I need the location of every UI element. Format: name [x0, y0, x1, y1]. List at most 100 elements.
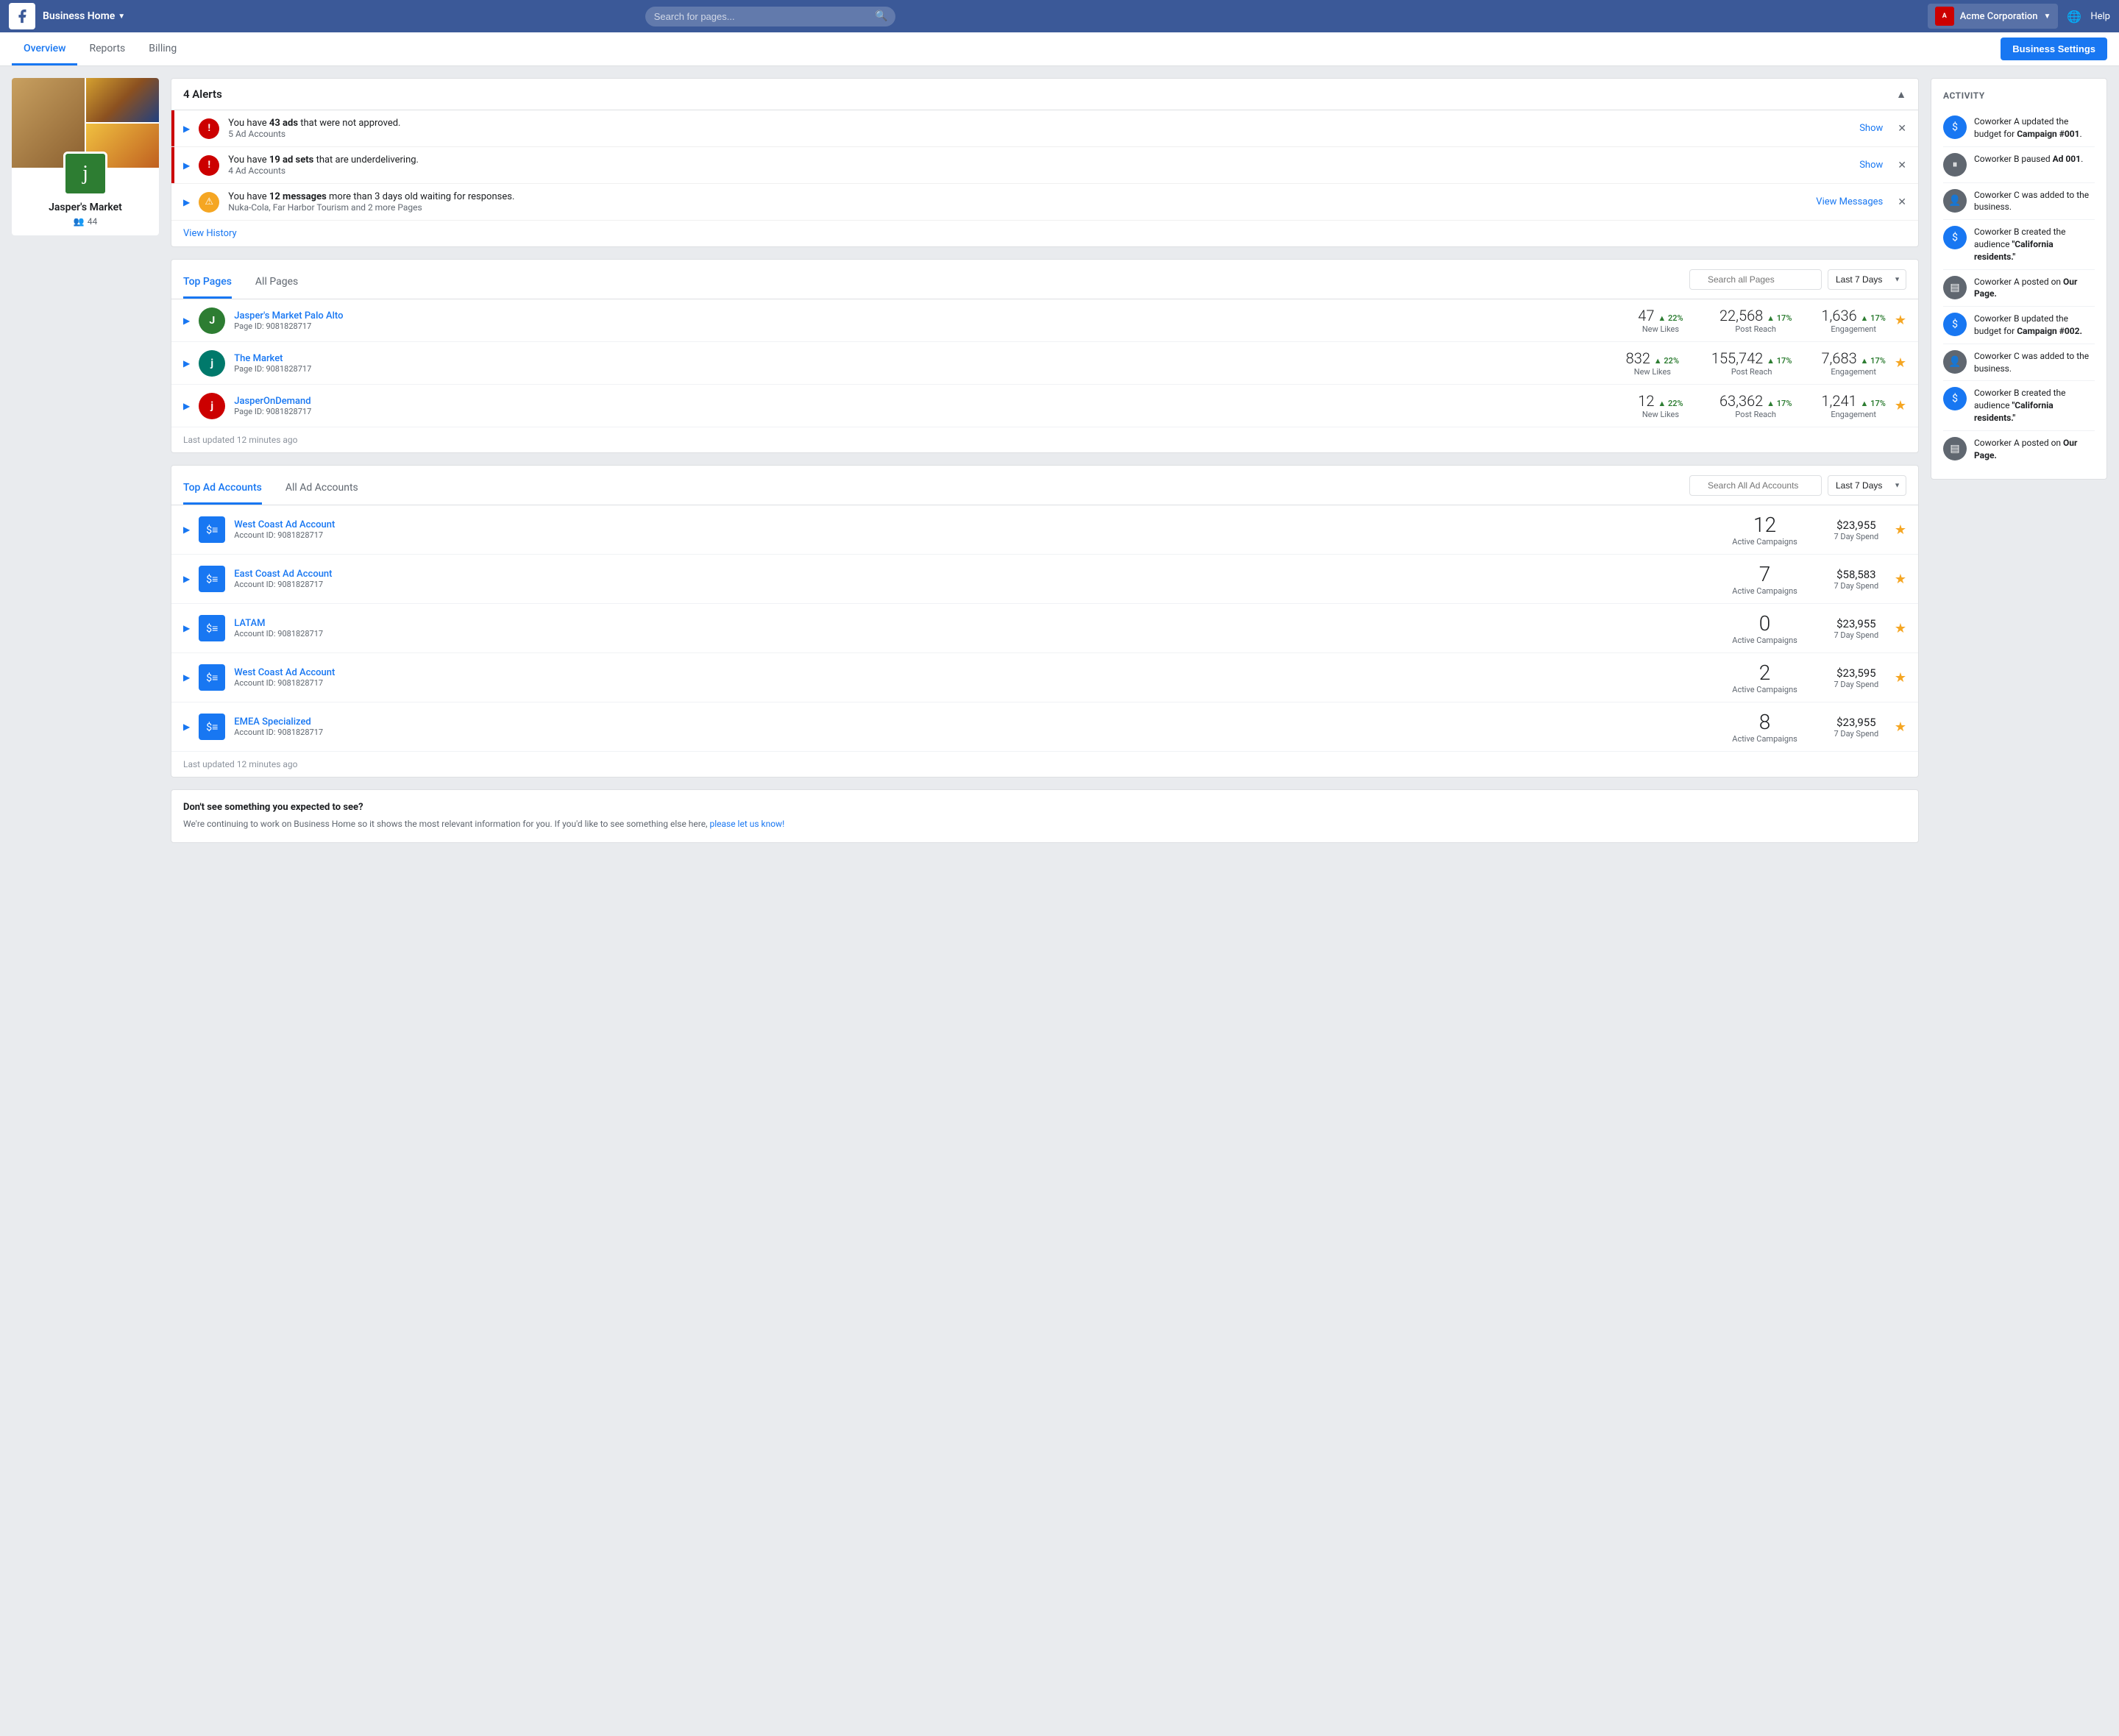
account-1-star[interactable]: ★ [1895, 522, 1906, 538]
tab-all-pages[interactable]: All Pages [255, 268, 298, 299]
activity-8-icon: $ [1943, 387, 1967, 410]
tab-all-ad-accounts[interactable]: All Ad Accounts [285, 474, 358, 505]
page-2-star[interactable]: ★ [1895, 355, 1906, 371]
footer-link[interactable]: please let us know! [709, 819, 784, 829]
tab-top-pages[interactable]: Top Pages [183, 268, 232, 299]
alert-3-close-button[interactable]: ✕ [1898, 196, 1906, 208]
pages-search-input[interactable] [1689, 269, 1822, 290]
activity-item-5: ▤ Coworker A posted on Our Page. [1943, 270, 2095, 307]
page-2-chevron[interactable]: ▶ [183, 358, 190, 369]
alert-2-show-button[interactable]: Show [1859, 160, 1883, 171]
account-3-campaigns: 0 Active Campaigns [1732, 611, 1797, 645]
page-2-avatar: j [199, 350, 225, 377]
activity-7-text: Coworker C was added to the business. [1974, 350, 2095, 375]
view-history-link[interactable]: View History [183, 228, 237, 239]
activity-item-1: $ Coworker A updated the budget for Camp… [1943, 110, 2095, 147]
account-3-id: Account ID: 9081828717 [234, 629, 1723, 638]
account-1-name[interactable]: West Coast Ad Account [234, 519, 1723, 530]
activity-5-icon: ▤ [1943, 276, 1967, 299]
alert-2-chevron[interactable]: ▶ [183, 160, 190, 171]
main-content: j Jasper's Market 👥 44 4 Alerts ▲ ▶ ! Yo [0, 66, 2119, 855]
account-5-icon: $≡ [199, 714, 225, 740]
activity-1-text: Coworker A updated the budget for Campai… [1974, 115, 2095, 140]
page-3-star[interactable]: ★ [1895, 398, 1906, 413]
pages-search-wrap: 🔍 [1689, 269, 1822, 290]
search-pages-input[interactable] [645, 7, 895, 26]
page-3-name[interactable]: JasperOnDemand [234, 396, 1622, 407]
alert-1-chevron[interactable]: ▶ [183, 124, 190, 134]
acme-account-selector[interactable]: A Acme Corporation ▼ [1928, 4, 2059, 29]
tab-reports[interactable]: Reports [77, 32, 137, 65]
account-3-chevron[interactable]: ▶ [183, 623, 190, 633]
alert-1-close-button[interactable]: ✕ [1898, 123, 1906, 135]
alert-2-icon: ! [199, 155, 219, 176]
left-column: j Jasper's Market 👥 44 [12, 78, 159, 843]
profile-name: Jasper's Market [12, 199, 159, 216]
activity-4-icon: $ [1943, 226, 1967, 249]
ad-accounts-controls: 🔍 Last 7 Days Last 14 Days Last 30 Days [1689, 475, 1906, 505]
account-1-chevron[interactable]: ▶ [183, 524, 190, 535]
activity-1-icon: $ [1943, 115, 1967, 139]
page-2-name[interactable]: The Market [234, 353, 1614, 364]
footer-note: Don't see something you expected to see?… [171, 789, 1919, 843]
tab-top-ad-accounts[interactable]: Top Ad Accounts [183, 474, 262, 505]
activity-2-text: Coworker B paused Ad 001. [1974, 153, 2083, 166]
page-3-chevron[interactable]: ▶ [183, 401, 190, 411]
activity-3-icon: 👤 [1943, 189, 1967, 213]
alert-1-sub: 5 Ad Accounts [228, 129, 1850, 139]
account-4-chevron[interactable]: ▶ [183, 672, 190, 683]
page-1-chevron[interactable]: ▶ [183, 316, 190, 326]
tab-billing[interactable]: Billing [137, 32, 188, 65]
pages-days-select[interactable]: Last 7 Days Last 14 Days Last 30 Days [1828, 269, 1906, 290]
account-2-name[interactable]: East Coast Ad Account [234, 569, 1723, 580]
account-3-name[interactable]: LATAM [234, 618, 1723, 629]
activity-9-icon: ▤ [1943, 437, 1967, 460]
ad-days-select[interactable]: Last 7 Days Last 14 Days Last 30 Days [1828, 475, 1906, 496]
account-5-id: Account ID: 9081828717 [234, 728, 1723, 737]
activity-item-4: $ Coworker B created the audience "Calif… [1943, 220, 2095, 269]
alert-row-3: ▶ ⚠ You have 12 messages more than 3 day… [171, 184, 1918, 221]
account-3-star[interactable]: ★ [1895, 621, 1906, 636]
ad-search-input[interactable] [1689, 475, 1822, 496]
tab-overview[interactable]: Overview [12, 32, 77, 65]
account-4-name[interactable]: West Coast Ad Account [234, 667, 1723, 678]
account-1-icon: $≡ [199, 516, 225, 543]
page-row-2: ▶ j The Market Page ID: 9081828717 832 ▲… [171, 342, 1918, 385]
sub-nav: Overview Reports Billing Business Settin… [0, 32, 2119, 66]
account-2-spend: $58,583 7 Day Spend [1827, 568, 1886, 591]
account-5-name[interactable]: EMEA Specialized [234, 716, 1723, 728]
acme-name: Acme Corporation [1960, 11, 2038, 22]
page-2-id: Page ID: 9081828717 [234, 364, 1614, 374]
page-1-name[interactable]: Jasper's Market Palo Alto [234, 310, 1622, 321]
account-2-info: East Coast Ad Account Account ID: 908182… [234, 569, 1723, 589]
fans-count: 44 [88, 216, 98, 227]
activity-6-icon: $ [1943, 313, 1967, 336]
alert-1-show-button[interactable]: Show [1859, 123, 1883, 134]
page-2-likes: 832 ▲ 22% New Likes [1623, 349, 1682, 377]
account-4-star[interactable]: ★ [1895, 670, 1906, 686]
biz-home-menu[interactable]: Business Home ▼ [43, 10, 125, 22]
account-2-chevron[interactable]: ▶ [183, 574, 190, 584]
page-3-stats: 12 ▲ 22% New Likes 63,362 ▲ 17% Post Rea… [1631, 392, 1886, 419]
view-history-wrap: View History [171, 221, 1918, 246]
profile-fans: 👥 44 [12, 216, 159, 235]
alert-2-close-button[interactable]: ✕ [1898, 160, 1906, 171]
account-5-chevron[interactable]: ▶ [183, 722, 190, 732]
activity-7-icon: 👤 [1943, 350, 1967, 374]
alert-3-show-button[interactable]: View Messages [1816, 196, 1883, 207]
account-1-info: West Coast Ad Account Account ID: 908182… [234, 519, 1723, 540]
alert-3-chevron[interactable]: ▶ [183, 197, 190, 207]
activity-item-6: $ Coworker B updated the budget for Camp… [1943, 307, 2095, 344]
top-ad-accounts-card: Top Ad Accounts All Ad Accounts 🔍 Last 7… [171, 465, 1919, 778]
alerts-collapse-button[interactable]: ▲ [1896, 88, 1906, 101]
page-1-star[interactable]: ★ [1895, 313, 1906, 328]
business-settings-button[interactable]: Business Settings [2001, 38, 2107, 60]
account-5-star[interactable]: ★ [1895, 719, 1906, 735]
alert-row-2: ▶ ! You have 19 ad sets that are underde… [171, 147, 1918, 184]
fans-icon: 👥 [74, 216, 85, 227]
help-link[interactable]: Help [2090, 11, 2110, 22]
account-2-star[interactable]: ★ [1895, 572, 1906, 587]
page-2-info: The Market Page ID: 9081828717 [234, 353, 1614, 374]
sub-nav-tabs: Overview Reports Billing [12, 32, 188, 65]
top-nav: Business Home ▼ 🔍 A Acme Corporation ▼ 🌐… [0, 0, 2119, 32]
